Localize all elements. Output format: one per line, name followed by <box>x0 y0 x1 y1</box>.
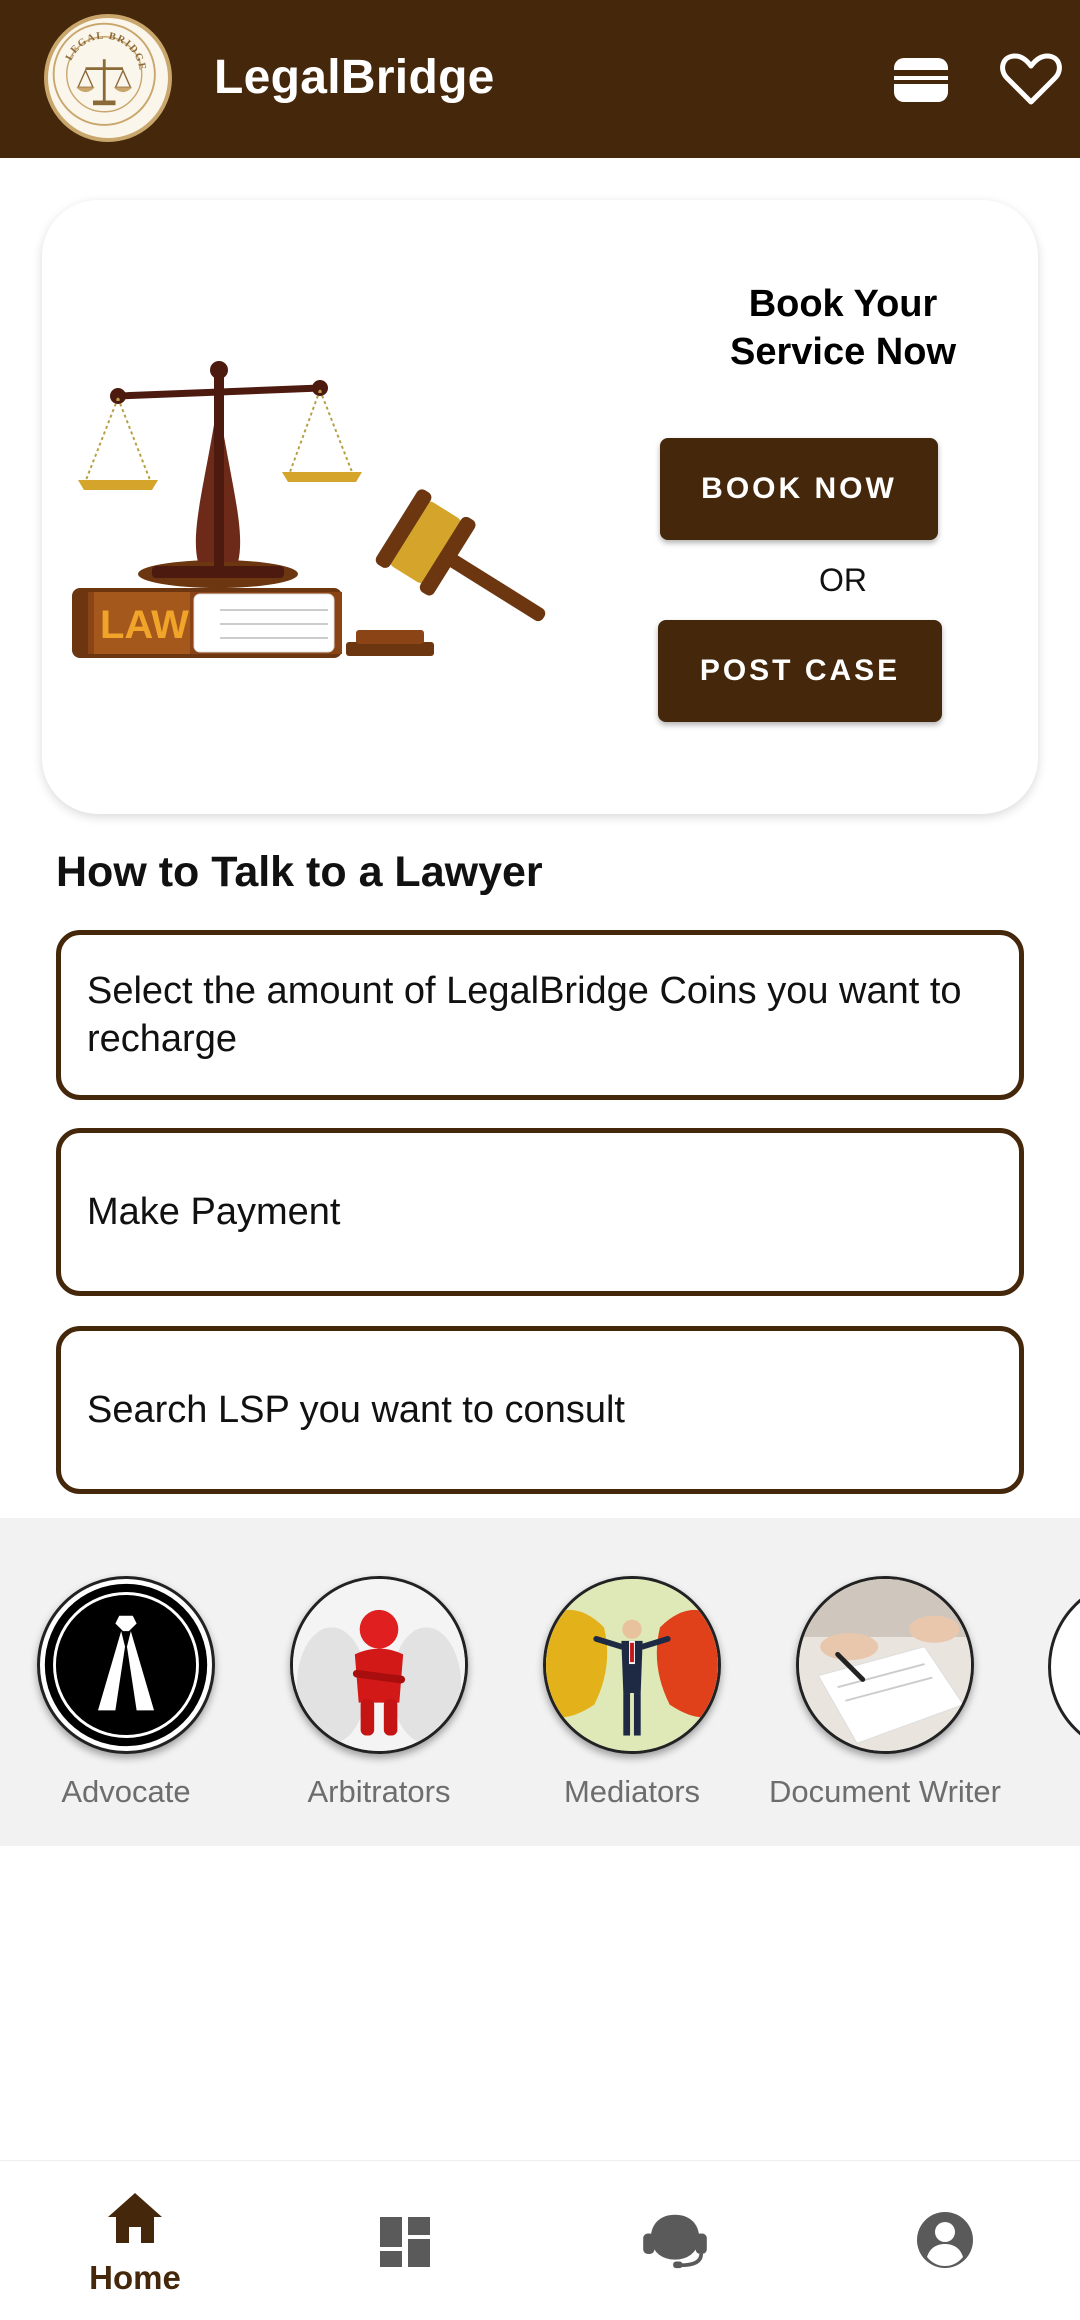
step-text: Select the amount of LegalBridge Coins y… <box>87 970 962 1060</box>
step-recharge-coins[interactable]: Select the amount of LegalBridge Coins y… <box>56 930 1024 1100</box>
justice-scale-illustration: LAW <box>70 330 590 670</box>
dashboard-icon <box>380 2217 430 2267</box>
wallet-icon[interactable] <box>888 48 954 110</box>
nav-home[interactable]: Home <box>35 2189 235 2297</box>
category-next-peek[interactable] <box>1048 1578 1080 1756</box>
category-label: Mediators <box>563 1774 701 1809</box>
mediator-figure-icon <box>543 1576 721 1754</box>
category-mediators[interactable]: Mediators <box>512 1576 752 1810</box>
arbitrator-figure-icon <box>290 1576 468 1754</box>
profile-icon <box>917 2212 973 2268</box>
app-title: LegalBridge <box>214 51 495 104</box>
nav-dashboard[interactable] <box>305 2189 505 2271</box>
advocate-band-icon <box>37 1576 215 1754</box>
nav-home-label: Home <box>89 2259 181 2296</box>
step-text: Search LSP you want to consult <box>87 1389 625 1431</box>
category-label: Arbitrators <box>307 1774 451 1809</box>
document-writer-icon <box>796 1576 974 1754</box>
book-now-button[interactable]: BOOK NOW <box>660 438 938 540</box>
booking-card: LAW Book Your Service Now BOOK NOW OR PO… <box>42 200 1038 814</box>
category-document-writer[interactable]: Document Writer <box>765 1576 1005 1810</box>
bottom-navigation: Home <box>0 2160 1080 2320</box>
support-headset-icon <box>643 2214 707 2269</box>
step-search-lsp[interactable]: Search LSP you want to consult <box>56 1326 1024 1494</box>
legalbridge-logo: LEGAL BRIDGE <box>44 14 172 142</box>
how-to-title: How to Talk to a Lawyer <box>56 848 543 896</box>
nav-support[interactable] <box>575 2189 775 2269</box>
booking-headline: Book Your Service Now <box>638 280 1048 376</box>
home-icon <box>108 2193 162 2243</box>
lsp-categories-strip[interactable]: Advocate Arbitrators Mediators Document … <box>0 1518 1080 1846</box>
post-case-button[interactable]: POST CASE <box>658 620 942 722</box>
category-arbitrators[interactable]: Arbitrators <box>259 1576 499 1810</box>
heart-icon[interactable] <box>998 48 1064 110</box>
step-text: Make Payment <box>87 1191 341 1233</box>
step-make-payment[interactable]: Make Payment <box>56 1128 1024 1296</box>
nav-profile[interactable] <box>845 2189 1045 2269</box>
headline-line-1: Book Your <box>748 283 938 325</box>
law-book-label: LAW <box>100 603 189 647</box>
category-label: Advocate <box>61 1774 191 1809</box>
top-app-bar: LEGAL BRIDGE LegalBridge <box>0 0 1080 158</box>
headline-line-2: Service Now <box>730 331 956 373</box>
category-advocate[interactable]: Advocate <box>6 1576 246 1810</box>
or-divider-text: OR <box>819 562 867 598</box>
category-label: Document Writer <box>769 1774 1001 1809</box>
